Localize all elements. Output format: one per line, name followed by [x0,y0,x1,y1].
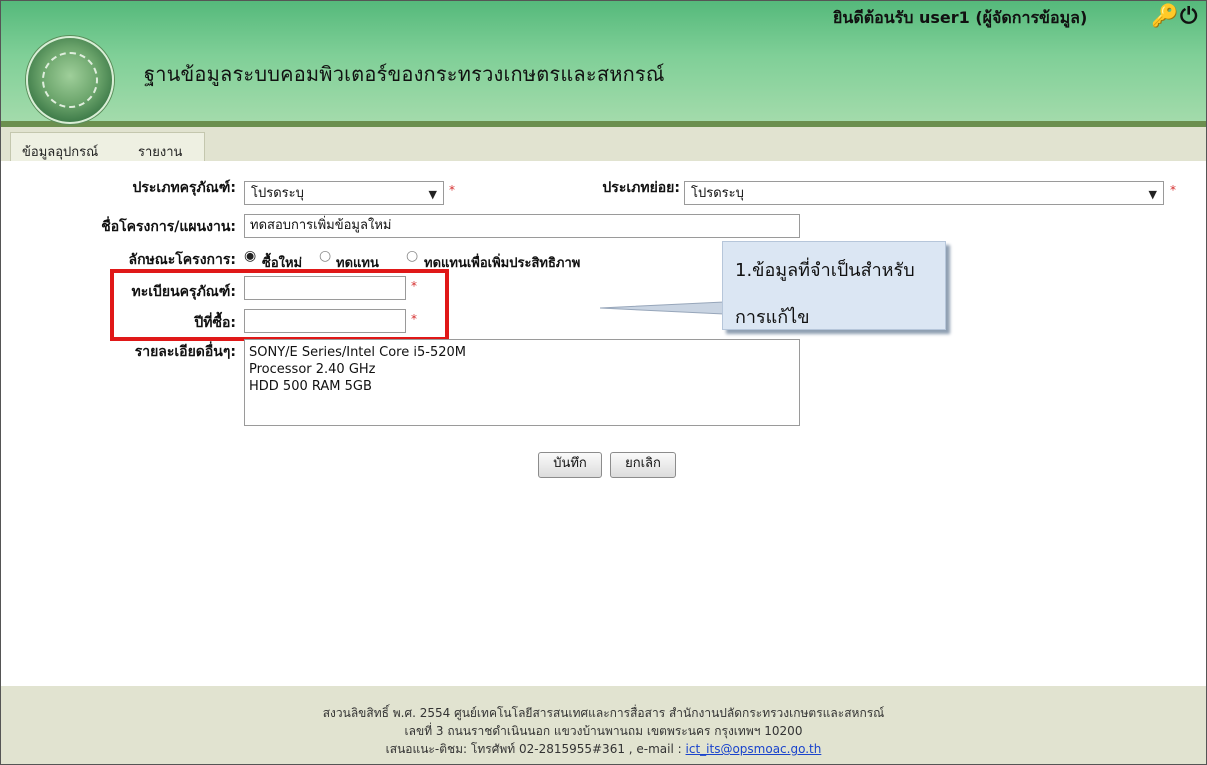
details-line: Processor 2.40 GHz [249,362,376,377]
equipment-type-select[interactable]: โปรดระบุ ▼ [244,181,444,205]
radio-replace-improve[interactable]: ○ [406,248,418,264]
equipment-type-label: ประเภทครุภัณฑ์: [132,180,237,196]
annotation-callout: 1.ข้อมูลที่จำเป็นสำหรับ การแก้ไข [722,241,946,330]
menu-item-equipment[interactable]: ข้อมูลอุปกรณ์ [22,141,98,162]
footer-email-link[interactable]: ict_its@opsmoac.go.th [686,742,822,756]
project-label: ชื่อโครงการ/แผนงาน: [101,219,236,235]
cancel-button[interactable]: ยกเลิก [610,452,676,478]
subtype-label: ประเภทย่อย: [602,180,680,196]
details-label: รายละเอียดอื่นๆ: [134,344,236,360]
save-button[interactable]: บันทึก [538,452,602,478]
details-textarea[interactable]: SONY/E Series/Intel Core i5-520M Process… [244,339,800,426]
footer-contact-text: เสนอแนะ-ติชม: โทรศัพท์ 02-2815955#361 , … [385,742,682,756]
subtype-select[interactable]: โปรดระบุ ▼ [684,181,1164,205]
equipment-type-value: โปรดระบุ [251,186,304,201]
footer-contact: เสนอแนะ-ติชม: โทรศัพท์ 02-2815955#361 , … [1,740,1206,759]
required-mark: * [449,183,455,197]
radio-replace[interactable]: ○ [319,248,331,264]
power-icon[interactable]: ⏻ [1180,4,1197,29]
site-title: ฐานข้อมูลระบบคอมพิวเตอร์ของกระทรวงเกษตรแ… [144,62,665,86]
required-mark: * [1170,183,1176,197]
details-line: HDD 500 RAM 5GB [249,379,372,394]
details-line: SONY/E Series/Intel Core i5-520M [249,345,466,360]
required-fields-highlight [110,269,449,341]
welcome-user-text: ยินดีต้อนรับ user1 (ผู้จัดการข้อมูล) [833,8,1088,27]
menu-item-reports[interactable]: รายงาน [138,141,182,162]
key-icon[interactable]: 🔑 [1151,4,1178,29]
subtype-value: โปรดระบุ [691,186,744,201]
callout-line-1: 1.ข้อมูลที่จำเป็นสำหรับ [735,260,915,281]
footer-copyright: สงวนลิขสิทธิ์ พ.ศ. 2554 ศูนย์เทคโนโลยีสา… [322,706,885,720]
callout-pointer [600,301,724,315]
radio-buy-new[interactable]: ◉ [244,248,256,264]
chevron-down-icon: ▼ [428,188,437,201]
site-footer: สงวนลิขสิทธิ์ พ.ศ. 2554 ศูนย์เทคโนโลยีสา… [1,686,1206,764]
chevron-down-icon: ▼ [1148,188,1157,201]
ministry-logo [26,36,114,124]
callout-line-2: การแก้ไข [735,307,810,328]
nature-label: ลักษณะโครงการ: [128,252,237,268]
project-name-input[interactable]: ทดสอบการเพิ่มข้อมูลใหม่ [244,214,800,238]
footer-address: เลขที่ 3 ถนนราชดำเนินนอก แขวงบ้านพานถม เ… [404,724,803,738]
